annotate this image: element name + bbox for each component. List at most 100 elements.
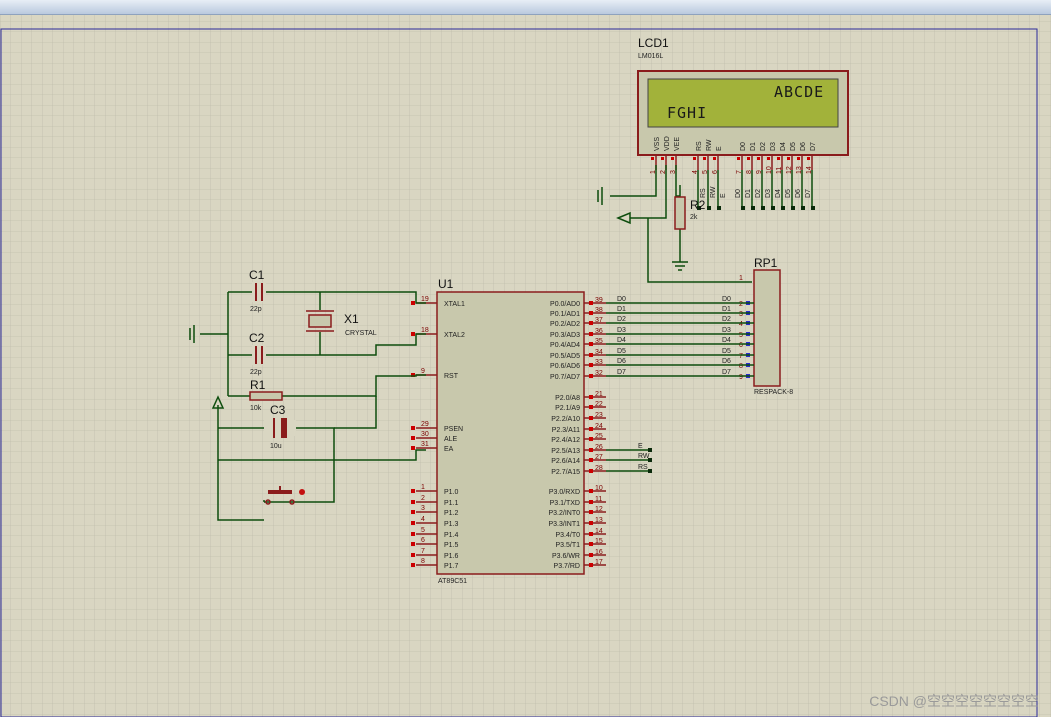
u1-pin-name: P2.7/A15 (551, 469, 580, 476)
u1-pin-name: P3.2/INT0 (548, 510, 580, 517)
u1-pin-name: XTAL2 (444, 332, 465, 339)
pin-marker (411, 426, 415, 430)
p0-net-label-left: D7 (617, 369, 626, 376)
u1-pin-number: 36 (595, 328, 603, 335)
u1-pin-name: P3.7/RD (554, 563, 580, 570)
rp1-pin1: 1 (739, 275, 743, 282)
pin-marker (589, 395, 593, 399)
u1-pin-number: 7 (421, 548, 425, 555)
lcd-pin-name: D0 (740, 142, 747, 151)
u1-pin-name: P0.0/AD0 (550, 301, 580, 308)
u1-pin-number: 6 (421, 537, 425, 544)
u1-pin-number: 8 (421, 558, 425, 565)
pin-marker (737, 157, 740, 160)
pin-marker (589, 437, 593, 441)
p0-net-label-right: D1 (722, 306, 731, 313)
u1-pin-number: 27 (595, 454, 603, 461)
pin-marker (411, 332, 415, 336)
net-terminal (761, 206, 765, 210)
pin-marker (797, 157, 800, 160)
u1-pin-number: 24 (595, 423, 603, 430)
watermark: CSDN @空空空空空空空空 (869, 693, 1039, 709)
pin-marker (589, 311, 593, 315)
pin-marker (589, 469, 593, 473)
c2-value: 22p (250, 369, 262, 376)
r1-value: 10k (250, 405, 262, 412)
rp1-pin-number: 2 (739, 301, 743, 308)
net-terminal (741, 206, 745, 210)
u1-pin-name: P1.4 (444, 532, 459, 539)
pin-marker (411, 532, 415, 536)
lcd-pin-name: RW (706, 139, 713, 151)
p0-net-label-right: D7 (722, 369, 731, 376)
pin-marker (747, 157, 750, 160)
pin-marker (589, 448, 593, 452)
pin-marker (411, 553, 415, 557)
u1-pin-number: 35 (595, 338, 603, 345)
u1-pin-number: 2 (421, 495, 425, 502)
u1-pin-number: 10 (595, 485, 603, 492)
u1-pin-number: 22 (595, 401, 603, 408)
lcd-data-label: D3 (765, 189, 772, 198)
pin-marker (589, 521, 593, 525)
pin-marker (589, 542, 593, 546)
u1-pin-number: 3 (421, 505, 425, 512)
u1-pin-name: P0.4/AD4 (550, 342, 580, 349)
net-terminal (811, 206, 815, 210)
p0-net-label-left: D1 (617, 306, 626, 313)
p0-net-label-right: D4 (722, 337, 731, 344)
pin-marker (411, 563, 415, 567)
r1-ref: R1 (250, 378, 266, 392)
u1-pin-number: 17 (595, 559, 603, 566)
u1-pin-number: 29 (421, 421, 429, 428)
u1-pin-name: P2.4/A12 (551, 437, 580, 444)
pin-marker (703, 157, 706, 160)
schematic-canvas[interactable]: LCD1 LM016L ABCDE FGHI VSS 1 VDD 2 VEE 3 RS 4 RW… (0, 0, 1051, 717)
lcd-line2: FGHI (667, 104, 707, 122)
u1-pin-number: 9 (421, 368, 425, 375)
pin-marker (693, 157, 696, 160)
u1-pin-name: P1.2 (444, 510, 459, 517)
u1-pin-name: P1.6 (444, 553, 459, 560)
u1-pin-name: P3.5/T1 (555, 542, 580, 549)
p2-net-label: E (638, 443, 643, 450)
rp1-pin-number: 7 (739, 353, 743, 360)
u1-pin-name: P1.7 (444, 563, 459, 570)
u1-pin-number: 13 (595, 517, 603, 524)
rp1-pin-number: 6 (739, 342, 743, 349)
microcontroller-u1[interactable]: U1 AT89C51 19XTAL118XTAL29RST29PSEN30ALE… (411, 277, 606, 585)
lcd-pin-name: D1 (750, 142, 757, 151)
pin-marker (589, 500, 593, 504)
net-terminal (717, 206, 721, 210)
u1-pin-name: P0.2/AD2 (550, 321, 580, 328)
u1-pin-number: 19 (421, 296, 429, 303)
u1-pin-number: 25 (595, 433, 603, 440)
u1-pin-name: P1.3 (444, 521, 459, 528)
pin-marker (411, 521, 415, 525)
pin-marker (411, 542, 415, 546)
u1-pin-name: P3.1/TXD (550, 500, 580, 507)
pin-marker (589, 321, 593, 325)
u1-ref: U1 (438, 277, 454, 291)
u1-pin-number: 12 (595, 506, 603, 513)
u1-pin-name: P2.5/A13 (551, 448, 580, 455)
u1-pin-number: 33 (595, 359, 603, 366)
rp1-pin-number: 8 (739, 363, 743, 370)
net-terminal (648, 469, 652, 473)
u1-pin-name: P0.3/AD3 (550, 332, 580, 339)
pin-marker (651, 157, 654, 160)
pin-marker (589, 458, 593, 462)
pin-marker (589, 489, 593, 493)
rp1-model: RESPACK-8 (754, 389, 793, 396)
net-terminal (648, 448, 652, 452)
p2-net-label: RS (638, 464, 648, 471)
rp1-pin-number: 5 (739, 332, 743, 339)
u1-pin-name: P1.5 (444, 542, 459, 549)
lcd-data-label: D7 (805, 189, 812, 198)
x1-value: CRYSTAL (345, 330, 377, 337)
pin-marker (787, 157, 790, 160)
p0-net-label-left: D6 (617, 358, 626, 365)
lcd-pin-name: VSS (654, 137, 661, 151)
lcd-ctrl-label: E (720, 193, 727, 198)
rp1-pin-number: 3 (739, 311, 743, 318)
